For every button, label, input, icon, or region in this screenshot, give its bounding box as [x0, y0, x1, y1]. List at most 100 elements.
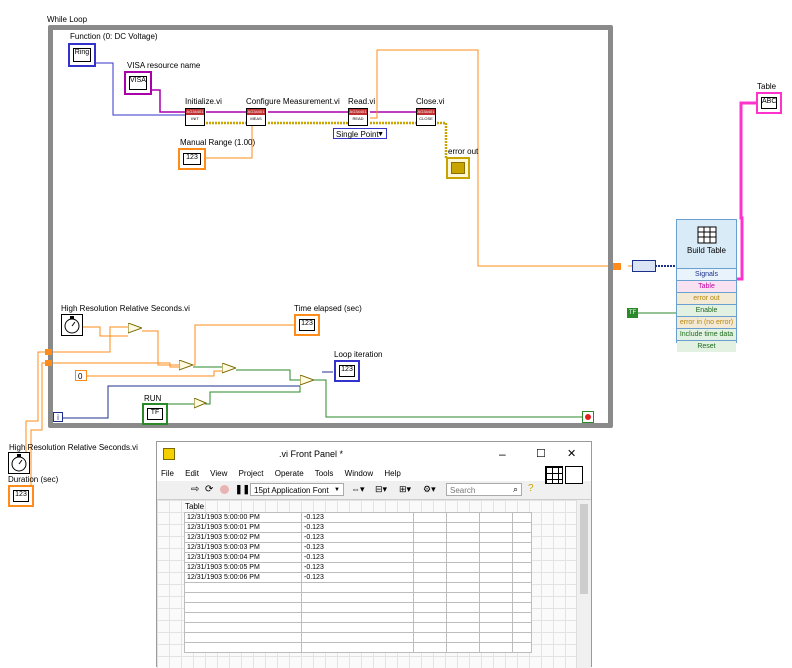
stopwatch-icon[interactable]: [61, 314, 83, 336]
table-cell[interactable]: [301, 612, 414, 623]
table-cell[interactable]: -0.123: [301, 522, 414, 533]
table-cell[interactable]: [446, 562, 480, 573]
table-row[interactable]: [184, 592, 532, 603]
table-cell[interactable]: [184, 642, 302, 653]
table-cell[interactable]: 12/31/1903 5:00:00 PM: [184, 512, 302, 523]
table-cell[interactable]: [446, 522, 480, 533]
error-out-indicator[interactable]: [446, 157, 470, 179]
panel-canvas[interactable]: Table 12/31/1903 5:00:00 PM -0.123 12/31/1…: [157, 500, 577, 668]
initialize-vi[interactable]: AG34401 INIT: [185, 108, 205, 126]
table-row[interactable]: 12/31/1903 5:00:06 PM -0.123: [184, 572, 532, 583]
menu-window[interactable]: Window: [345, 469, 373, 478]
table-cell[interactable]: [512, 622, 532, 633]
menu-view[interactable]: View: [210, 469, 227, 478]
help-icon[interactable]: ?: [528, 483, 534, 494]
build-table-row[interactable]: error out: [677, 292, 736, 304]
table-row[interactable]: [184, 642, 532, 653]
abort-icon[interactable]: [220, 485, 229, 494]
table-cell[interactable]: [413, 542, 447, 553]
table-cell[interactable]: [184, 622, 302, 633]
table-cell[interactable]: [413, 562, 447, 573]
table-cell[interactable]: [479, 532, 513, 543]
scrollbar-thumb[interactable]: [580, 504, 588, 594]
table-cell[interactable]: [446, 602, 480, 613]
table-cell[interactable]: [184, 612, 302, 623]
loop-iteration-indicator[interactable]: 123: [334, 360, 360, 382]
table-cell[interactable]: [413, 622, 447, 633]
greater-than-node[interactable]: [179, 360, 193, 371]
table-cell[interactable]: 12/31/1903 5:00:05 PM: [184, 562, 302, 573]
table-cell[interactable]: 12/31/1903 5:00:06 PM: [184, 572, 302, 583]
table-cell[interactable]: [301, 642, 414, 653]
table-row[interactable]: 12/31/1903 5:00:04 PM -0.123: [184, 552, 532, 563]
table-cell[interactable]: [512, 612, 532, 623]
table-cell[interactable]: [184, 592, 302, 603]
table-cell[interactable]: [413, 612, 447, 623]
table-cell[interactable]: [479, 622, 513, 633]
close-icon[interactable]: ✕: [567, 442, 576, 466]
table-cell[interactable]: [446, 582, 480, 593]
build-table-row[interactable]: Reset: [677, 340, 736, 352]
table-cell[interactable]: [446, 542, 480, 553]
table-row[interactable]: 12/31/1903 5:00:02 PM -0.123: [184, 532, 532, 543]
table-row[interactable]: [184, 602, 532, 613]
menu-tools[interactable]: Tools: [315, 469, 334, 478]
table-cell[interactable]: -0.123: [301, 562, 414, 573]
table-cell[interactable]: [479, 632, 513, 643]
close-vi[interactable]: AG34401 CLOSE: [416, 108, 436, 126]
table-row[interactable]: 12/31/1903 5:00:00 PM -0.123: [184, 512, 532, 523]
table-cell[interactable]: [479, 552, 513, 563]
table-cell[interactable]: [301, 632, 414, 643]
resize-icon[interactable]: ⊞▾: [399, 484, 411, 495]
table-cell[interactable]: [512, 562, 532, 573]
table-cell[interactable]: [512, 572, 532, 583]
table-cell[interactable]: [512, 542, 532, 553]
menu-file[interactable]: File: [161, 469, 174, 478]
table-cell[interactable]: [301, 622, 414, 633]
table-cell[interactable]: [479, 562, 513, 573]
table-row[interactable]: [184, 582, 532, 593]
vi-icon[interactable]: [565, 466, 583, 484]
table-cell[interactable]: -0.123: [301, 512, 414, 523]
compare-node[interactable]: [222, 363, 236, 374]
table-cell[interactable]: [479, 522, 513, 533]
menu-help[interactable]: Help: [384, 469, 400, 478]
menu-project[interactable]: Project: [239, 469, 264, 478]
table-row[interactable]: [184, 632, 532, 643]
table-cell[interactable]: [479, 612, 513, 623]
stop-condition-terminal[interactable]: [582, 411, 594, 423]
minimize-icon[interactable]: –: [499, 442, 506, 466]
table-cell[interactable]: [413, 552, 447, 563]
table-cell[interactable]: 12/31/1903 5:00:01 PM: [184, 522, 302, 533]
table-cell[interactable]: [413, 512, 447, 523]
table-cell[interactable]: -0.123: [301, 532, 414, 543]
table-cell[interactable]: [446, 572, 480, 583]
manual-range-control[interactable]: 123: [178, 148, 206, 170]
table-row[interactable]: 12/31/1903 5:00:05 PM -0.123: [184, 562, 532, 573]
table-cell[interactable]: [446, 632, 480, 643]
table-row[interactable]: [184, 622, 532, 633]
table-cell[interactable]: [446, 642, 480, 653]
table-indicator[interactable]: ABC: [756, 92, 782, 114]
visa-resource-control[interactable]: VISA: [124, 71, 152, 95]
table-cell[interactable]: [512, 632, 532, 643]
table-cell[interactable]: [413, 582, 447, 593]
menu-operate[interactable]: Operate: [275, 469, 304, 478]
table-cell[interactable]: [512, 592, 532, 603]
connector-pane-icon[interactable]: [545, 466, 563, 484]
align-icon[interactable]: ⇔▾: [351, 484, 365, 495]
table-cell[interactable]: -0.123: [301, 552, 414, 563]
vertical-scrollbar[interactable]: [576, 500, 591, 668]
table-cell[interactable]: [184, 632, 302, 643]
build-table-row[interactable]: Include time data: [677, 328, 736, 340]
table-cell[interactable]: [301, 582, 414, 593]
data-table[interactable]: 12/31/1903 5:00:00 PM -0.123 12/31/1903 5:…: [184, 512, 532, 653]
maximize-icon[interactable]: ☐: [536, 442, 546, 466]
table-control[interactable]: 12/31/1903 5:00:00 PM -0.123 12/31/1903 5:…: [184, 512, 532, 653]
table-cell[interactable]: [446, 622, 480, 633]
pause-icon[interactable]: ❚❚: [235, 484, 250, 495]
tf-constant[interactable]: TF: [627, 308, 638, 318]
font-select[interactable]: 15pt Application Font ▼: [250, 483, 344, 496]
not-node[interactable]: [194, 398, 208, 409]
table-cell[interactable]: [413, 602, 447, 613]
